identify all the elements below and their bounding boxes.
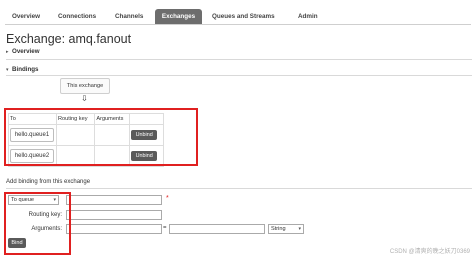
add-binding-title: Add binding from this exchange [6,179,91,185]
tab-channels[interactable]: Channels [111,9,147,24]
add-binding-highlight-box [4,192,71,255]
section-divider [6,59,472,60]
overview-section-toggle[interactable]: ▸ Overview [6,48,40,55]
bindings-section-toggle[interactable]: ▾ Bindings [6,66,38,73]
argument-value-input[interactable] [169,224,265,234]
bindings-section-label: Bindings [12,66,39,73]
argument-type-select[interactable]: String ▾ [268,224,304,234]
chevron-down-icon: ▾ [298,226,301,232]
tab-admin[interactable]: Admin [294,9,322,24]
watermark: CSDN @清爽的晚之妖刀0369 [389,249,470,255]
section-divider [6,188,472,189]
argument-key-input[interactable] [66,224,162,234]
overview-section-label: Overview [12,48,40,55]
destination-name-input[interactable] [66,195,162,205]
this-exchange-box: This exchange [60,78,110,94]
page-title: Exchange: amq.fanout [6,32,132,46]
tab-connections[interactable]: Connections [54,9,100,24]
required-marker: * [166,195,169,202]
bindings-highlight-box [4,108,198,166]
down-arrow-icon: ⇩ [81,94,88,103]
section-divider [6,75,472,76]
main-nav: Overview Connections Channels Exchanges … [5,9,471,25]
routing-key-input[interactable] [66,210,162,220]
tab-overview[interactable]: Overview [8,9,44,24]
tab-queues-and-streams[interactable]: Queues and Streams [208,9,279,24]
equals-sign: = [163,225,167,231]
tab-exchanges[interactable]: Exchanges [155,9,202,24]
argument-type-value: String [271,226,286,232]
